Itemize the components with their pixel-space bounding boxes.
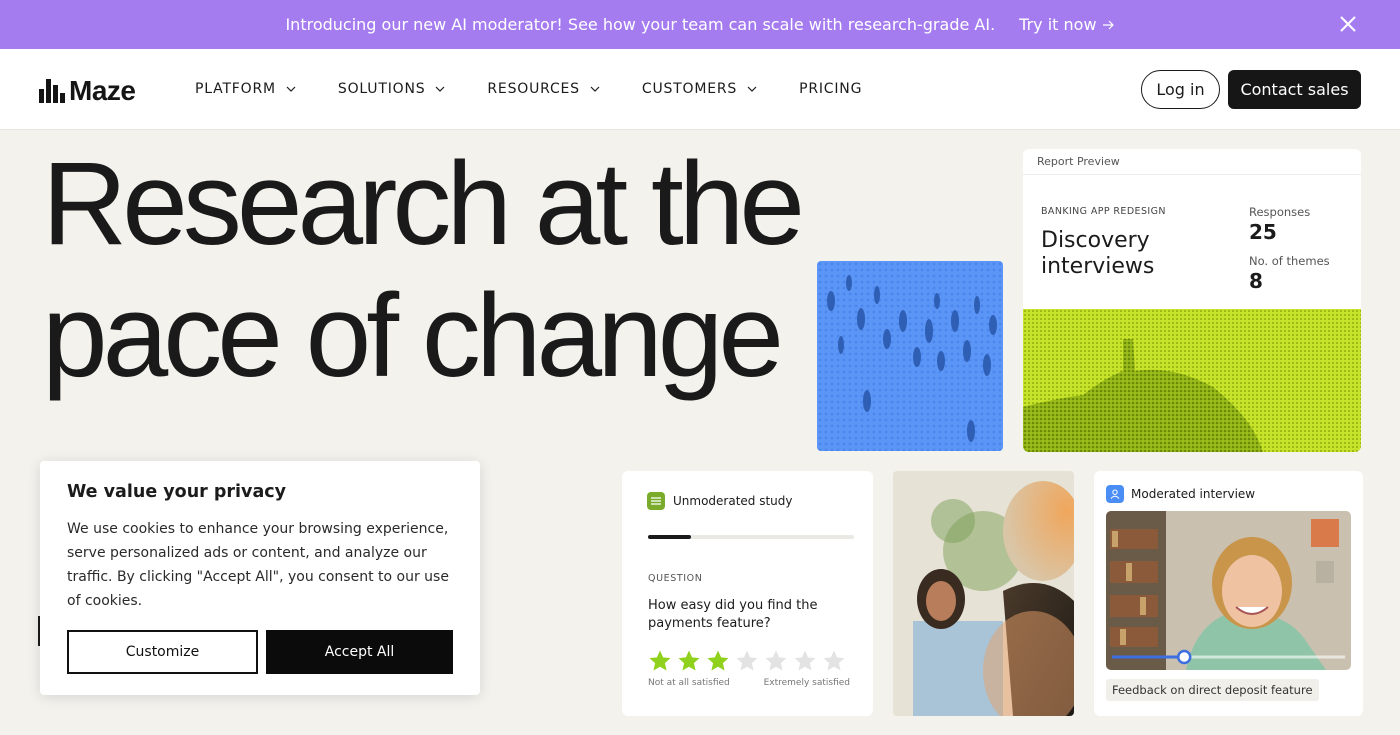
top-navigation: Maze PLATFORM SOLUTIONS RESOURCES CUSTOM…: [0, 49, 1400, 130]
hero-heading-line-2: pace of change: [42, 270, 784, 402]
cookie-consent-dialog: We value your privacy We use cookies to …: [40, 461, 480, 695]
responses-value: 25: [1249, 220, 1277, 244]
chevron-down-icon: [590, 86, 600, 92]
nav-item-label: SOLUTIONS: [337, 81, 426, 97]
customize-button[interactable]: Customize: [67, 630, 258, 674]
question-label: QUESTION: [648, 573, 703, 584]
report-title: Discovery interviews: [1041, 228, 1155, 279]
star-icon[interactable]: [706, 649, 730, 673]
report-preview-card: Report Preview BANKING APP REDESIGN Disc…: [1023, 149, 1361, 452]
moderated-interview-tag: Moderated interview: [1106, 485, 1255, 503]
hero-heading-line-1: Research at the: [42, 138, 805, 270]
unmoderated-study-card: Unmoderated study QUESTION How easy did …: [622, 471, 873, 716]
chevron-down-icon: [435, 86, 445, 92]
themes-label: No. of themes: [1249, 254, 1330, 268]
arrow-right-icon: [1102, 20, 1114, 29]
nav-item-label: PLATFORM: [195, 81, 276, 97]
star-icon[interactable]: [735, 649, 759, 673]
close-icon[interactable]: [1338, 14, 1358, 34]
report-preview-header: Report Preview: [1023, 149, 1361, 175]
nav-item-label: RESOURCES: [487, 81, 580, 97]
study-progress-bar: [648, 535, 854, 539]
star-icon[interactable]: [822, 649, 846, 673]
main-menu: PLATFORM SOLUTIONS RESOURCES CUSTOMERS P…: [195, 49, 904, 129]
nav-item-label: PRICING: [799, 81, 863, 97]
maze-logo-icon: [39, 79, 65, 103]
scale-low-label: Not at all satisfied: [648, 678, 730, 688]
login-button[interactable]: Log in: [1141, 70, 1220, 109]
chevron-down-icon: [286, 86, 296, 92]
nav-item-customers[interactable]: CUSTOMERS: [642, 81, 757, 97]
star-icon[interactable]: [793, 649, 817, 673]
accept-all-button[interactable]: Accept All: [266, 630, 453, 674]
unmoderated-study-label: Unmoderated study: [673, 494, 793, 508]
maze-logo[interactable]: Maze: [39, 75, 136, 107]
conversation-photo: [893, 471, 1074, 716]
nav-item-solutions[interactable]: SOLUTIONS: [338, 81, 446, 97]
nav-item-platform[interactable]: PLATFORM: [195, 81, 296, 97]
chevron-down-icon: [747, 86, 757, 92]
moderated-interview-card: Moderated interview Feedback on direct d…: [1094, 471, 1363, 716]
hero-heading: Research at the pace of change: [42, 138, 805, 402]
moderated-interview-label: Moderated interview: [1131, 487, 1256, 501]
logo-wordmark: Maze: [69, 75, 136, 106]
star-icon[interactable]: [764, 649, 788, 673]
cookie-title: We value your privacy: [67, 482, 287, 502]
video-scrubber-handle[interactable]: [1176, 649, 1192, 665]
study-progress-fill: [648, 535, 692, 539]
scale-high-label: Extremely satisfied: [763, 678, 850, 688]
interview-caption: Feedback on direct deposit feature: [1106, 679, 1319, 701]
list-icon: [647, 492, 665, 510]
crowd-image: [817, 261, 1003, 451]
nav-item-pricing[interactable]: PRICING: [799, 81, 862, 97]
unmoderated-study-tag: Unmoderated study: [647, 492, 793, 510]
user-icon: [1106, 485, 1124, 503]
nav-item-resources[interactable]: RESOURCES: [487, 81, 600, 97]
report-project-label: BANKING APP REDESIGN: [1041, 206, 1166, 217]
interview-video-player[interactable]: [1106, 511, 1351, 670]
nav-item-label: CUSTOMERS: [641, 81, 738, 97]
rating-scale-labels: Not at all satisfied Extremely satisfied: [648, 678, 850, 688]
banner-message: Introducing our new AI moderator! See ho…: [285, 15, 996, 34]
banner-cta-label: Try it now: [1019, 15, 1097, 34]
responses-label: Responses: [1249, 205, 1311, 219]
contact-sales-button[interactable]: Contact sales: [1228, 70, 1361, 109]
cookie-body: We use cookies to enhance your browsing …: [67, 521, 449, 609]
star-icon[interactable]: [677, 649, 701, 673]
announcement-banner: Introducing our new AI moderator! See ho…: [0, 0, 1400, 49]
star-icon[interactable]: [648, 649, 672, 673]
question-text: How easy did you find the payments featu…: [648, 598, 818, 631]
star-rating: [648, 649, 846, 673]
themes-value: 8: [1249, 269, 1263, 293]
report-halftone-image: [1023, 309, 1361, 452]
banner-try-it-link[interactable]: Try it now: [1019, 15, 1114, 34]
